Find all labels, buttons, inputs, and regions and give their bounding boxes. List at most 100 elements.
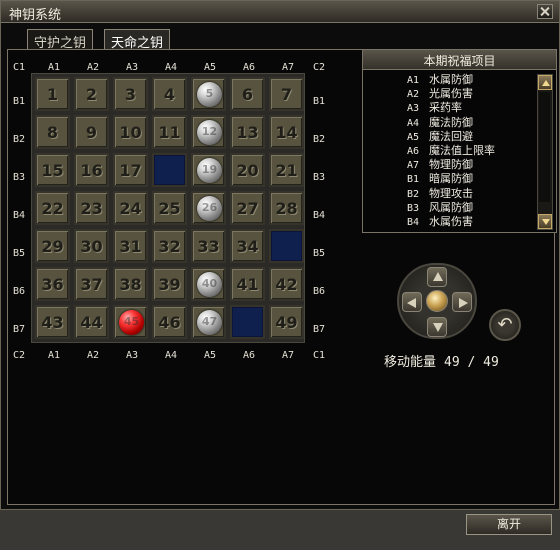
undo-icon[interactable]: ↶ [489,309,521,341]
cell-number: 39 [158,275,181,294]
silver-orb-icon[interactable]: 5 [197,82,222,107]
board-cell[interactable]: 16 [74,153,109,187]
board-cell[interactable]: 32 [152,229,187,263]
board-cell[interactable]: 21 [269,153,304,187]
board-cell[interactable]: 6 [230,77,265,111]
cell-number: 1 [46,85,59,104]
blessing-code: A7 [407,160,420,172]
cell-number: 4 [163,85,176,104]
board-cell[interactable]: 43 [35,305,70,339]
blessing-label: 暗属防御 [429,172,473,186]
silver-orb-icon[interactable]: 12 [197,120,222,145]
cell-number: 34 [236,237,259,256]
board-cell[interactable]: 44 [74,305,109,339]
row-label-right: B5 [313,248,326,259]
board-cell[interactable]: 9 [74,115,109,149]
board-cell[interactable]: 7 [269,77,304,111]
scroll-thumb[interactable] [539,92,550,202]
silver-orb-icon[interactable]: 40 [197,272,222,297]
board-cell[interactable]: 39 [152,267,187,301]
board-cell[interactable]: 5 [191,77,226,111]
col-label-bottom: A6 [243,350,256,361]
board-cell[interactable]: 1 [35,77,70,111]
board-cell-empty[interactable] [269,229,304,263]
board-cell[interactable]: 45 [113,305,148,339]
board-cell[interactable]: 46 [152,305,187,339]
board-cell[interactable]: 37 [74,267,109,301]
board-cell[interactable]: 17 [113,153,148,187]
close-icon[interactable] [537,4,553,19]
move-energy: 移动能量 49 / 49 [384,351,499,370]
blessing-item: A5 魔法回避 [407,130,537,144]
board-cell[interactable]: 49 [269,305,304,339]
board-cell[interactable]: 33 [191,229,226,263]
blessing-scrollbar[interactable] [537,74,553,230]
board-cell[interactable]: 27 [230,191,265,225]
col-label-bottom: A3 [126,350,139,361]
arrow-right-icon[interactable] [452,292,472,312]
row-label-left: B2 [13,134,26,145]
cell-number: 46 [158,313,181,332]
scroll-down-icon[interactable] [538,214,552,229]
center-orb-icon[interactable] [426,290,448,312]
corner-label-top-right: C2 [313,62,326,73]
board-cell[interactable]: 34 [230,229,265,263]
board-cell[interactable]: 31 [113,229,148,263]
board-cell[interactable]: 3 [113,77,148,111]
col-label-top: A7 [282,62,295,73]
board-cell[interactable]: 12 [191,115,226,149]
board-cell[interactable]: 29 [35,229,70,263]
board-cell[interactable]: 36 [35,267,70,301]
col-label-bottom: A7 [282,350,295,361]
blessing-label: 采药率 [429,101,462,115]
silver-orb-icon[interactable]: 26 [197,196,222,221]
cell-number: 3 [124,85,137,104]
arrow-down-icon[interactable] [427,317,447,337]
row-label-right: B1 [313,96,326,107]
blessing-title: 本期祝福项目 [363,50,556,70]
arrow-up-icon[interactable] [427,267,447,287]
tab-guardian-key[interactable]: 守护之钥 [27,29,94,51]
blessing-item: A3 采药率 [407,101,537,115]
board-cell[interactable]: 2 [74,77,109,111]
blessing-item: B1 暗属防御 [407,172,537,186]
cell-number: 10 [119,123,142,142]
board-cell[interactable]: 42 [269,267,304,301]
board-cell[interactable]: 22 [35,191,70,225]
board-cell[interactable]: 20 [230,153,265,187]
board-cell[interactable]: 13 [230,115,265,149]
silver-orb-icon[interactable]: 47 [197,310,222,335]
board-cell[interactable]: 14 [269,115,304,149]
board-cell[interactable]: 19 [191,153,226,187]
col-label-top: A5 [204,62,217,73]
corner-label-top-left: C1 [13,62,26,73]
board-cell-empty[interactable] [152,153,187,187]
arrow-left-icon[interactable] [402,292,422,312]
board-cell[interactable]: 26 [191,191,226,225]
cell-number: 20 [236,161,259,180]
leave-button[interactable]: 离开 [466,514,552,535]
board-cell[interactable]: 25 [152,191,187,225]
board-cell-empty[interactable] [230,305,265,339]
board-cell[interactable]: 28 [269,191,304,225]
board-cell[interactable]: 4 [152,77,187,111]
board-cell[interactable]: 30 [74,229,109,263]
board-cell[interactable]: 41 [230,267,265,301]
scroll-up-icon[interactable] [538,75,552,90]
red-orb-icon[interactable]: 45 [119,310,144,335]
board-cell[interactable]: 47 [191,305,226,339]
row-label-right: B4 [313,210,326,221]
board-cell[interactable]: 40 [191,267,226,301]
board-cell[interactable]: 24 [113,191,148,225]
blessing-label: 风属防御 [429,200,473,214]
board-cell[interactable]: 38 [113,267,148,301]
blessing-code: A2 [407,89,420,101]
silver-orb-icon[interactable]: 19 [197,158,222,183]
board-cell[interactable]: 11 [152,115,187,149]
tab-destiny-key[interactable]: 天命之钥 [104,29,171,51]
board-cell[interactable]: 10 [113,115,148,149]
board-cell[interactable]: 23 [74,191,109,225]
board-cell[interactable]: 8 [35,115,70,149]
board-cell[interactable]: 15 [35,153,70,187]
title-bar[interactable]: 神钥系统 [1,1,559,23]
